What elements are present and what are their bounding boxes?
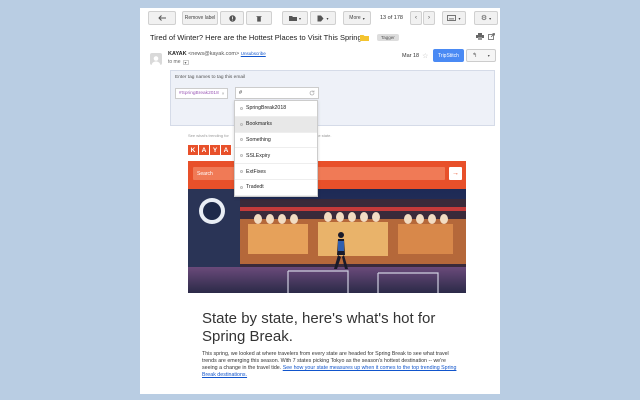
tag-suggestion-label: ExtFixes: [246, 168, 266, 175]
tag-suggestion-label: SSLExpiry: [246, 152, 271, 159]
logo-letter: K: [188, 145, 198, 155]
person-icon: [151, 56, 161, 65]
search-arrow-button[interactable]: →: [449, 167, 462, 180]
settings-button[interactable]: ⚙ ▾: [474, 11, 498, 25]
newer-button[interactable]: ‹: [410, 11, 422, 25]
alert-icon: [228, 14, 236, 22]
email-preheader: See what's trending for me state.: [188, 133, 331, 138]
tag-suggestion-label: SpringBreak2018: [246, 105, 287, 112]
tag-suggestion-item[interactable]: SpringBreak2018: [235, 101, 317, 117]
recipients-line: to me ▾: [168, 59, 189, 65]
tag-dot-icon: [240, 170, 243, 174]
more-text: More: [349, 15, 361, 21]
remove-tag-icon[interactable]: ×: [222, 91, 225, 96]
delete-button[interactable]: [246, 11, 272, 25]
to-text: to me: [168, 59, 181, 65]
unsubscribe-link[interactable]: Unsubscribe: [241, 51, 266, 56]
pager-count: 13 of 178: [380, 11, 403, 25]
tag-suggestion-label: Tradedt: [246, 184, 264, 191]
tag-chip[interactable]: #SpringBreak2018 ×: [175, 88, 229, 99]
tag-suggestions-dropdown: SpringBreak2018 Bookmarks Something SSLExpi…: [234, 100, 318, 197]
labels-button[interactable]: ▾: [310, 11, 336, 25]
remove-label-button[interactable]: Remove label: [182, 11, 218, 25]
email-headline: State by state, here's what's hot for Sp…: [202, 310, 436, 345]
tag-prompt: Enter tag names to tag this email: [175, 75, 246, 80]
chevron-down-icon: ▾: [458, 15, 461, 21]
logo-letter: A: [221, 145, 231, 155]
remove-label-text: Remove label: [184, 15, 216, 21]
report-spam-button[interactable]: [220, 11, 244, 25]
chevron-right-icon: ›: [428, 15, 430, 21]
sender-name: KAYAK: [168, 51, 187, 57]
message-date: Mar 18 ☆: [402, 52, 428, 60]
tag-dot-icon: [240, 106, 243, 110]
print-icon[interactable]: [476, 33, 484, 40]
input-tools-button[interactable]: ▾: [442, 11, 466, 25]
sender-email: <news@kayak.com>: [188, 51, 240, 57]
chevron-down-icon: ▾: [184, 59, 187, 65]
email-subject: Tired of Winter? Here are the Hottest Pl…: [150, 33, 364, 42]
search-field[interactable]: Search: [193, 167, 445, 180]
hero-search-bar: Search →: [188, 161, 466, 189]
back-arrow-icon: [157, 15, 166, 21]
email-window: Remove label ▾ ▾ More ▾ 13 of 178 ‹ › ▾ …: [140, 8, 500, 394]
older-button[interactable]: ›: [423, 11, 435, 25]
folder-icon: [288, 16, 297, 21]
tag-suggestion-item[interactable]: Something: [235, 133, 317, 149]
sender-line: KAYAK <news@kayak.com> Unsubscribe: [168, 51, 266, 57]
show-details-button[interactable]: ▾: [182, 59, 189, 65]
sender-avatar: [150, 53, 162, 65]
refresh-icon[interactable]: [309, 90, 315, 96]
reply-button-group[interactable]: ↰ ▾: [466, 49, 496, 62]
label-folder-icon: [360, 35, 369, 41]
tag-dot-icon: [240, 122, 243, 126]
chevron-down-icon: ▾: [298, 15, 301, 21]
tag-dot-icon: [240, 138, 243, 142]
tag-dot-icon: [240, 185, 243, 189]
preheader-text: See what's trending for: [188, 133, 229, 138]
logo-letter: Y: [210, 145, 220, 155]
keyboard-icon: [447, 15, 457, 21]
tag-dot-icon: [240, 154, 243, 158]
pager-text: 13 of 178: [380, 15, 403, 21]
chevron-down-icon: ▾: [326, 15, 329, 21]
tag-input[interactable]: [235, 87, 319, 99]
tag-suggestion-item[interactable]: Tradedt: [235, 180, 317, 196]
tag-suggestion-label: Bookmarks: [246, 121, 272, 128]
hero-image-street-night[interactable]: [188, 189, 466, 293]
more-button[interactable]: More ▾: [343, 11, 371, 25]
chevron-down-icon: ▾: [362, 15, 365, 21]
tag-panel: Enter tag names to tag this email #Sprin…: [170, 70, 495, 126]
chevron-down-icon: ▾: [489, 15, 492, 21]
reply-icon[interactable]: ↰: [472, 52, 477, 59]
kayak-logo[interactable]: KAYA: [188, 145, 231, 155]
star-icon[interactable]: ☆: [422, 52, 428, 60]
logo-letter: A: [199, 145, 209, 155]
tag-suggestion-item[interactable]: SSLExpiry: [235, 148, 317, 165]
chevron-left-icon: ‹: [415, 15, 417, 21]
more-actions-chevron-icon[interactable]: ▾: [488, 53, 490, 58]
back-button[interactable]: [148, 11, 176, 25]
tripstitch-button[interactable]: TripStitch: [433, 49, 464, 62]
email-body-text: This spring, we looked at where traveler…: [202, 351, 462, 379]
label-tag-icon: [317, 15, 324, 21]
gear-icon: ⚙: [480, 15, 488, 22]
new-window-icon[interactable]: [488, 33, 495, 40]
tag-suggestion-item[interactable]: Bookmarks: [235, 116, 317, 133]
tagger-label-badge[interactable]: Tagger: [377, 34, 399, 41]
trash-icon: [256, 15, 262, 22]
tokyo-street-illustration: [188, 189, 466, 293]
move-to-button[interactable]: ▾: [282, 11, 308, 25]
tag-suggestion-item[interactable]: ExtFixes: [235, 164, 317, 180]
tag-chip-label: #SpringBreak2018: [179, 91, 219, 96]
tag-suggestion-label: Something: [246, 136, 271, 143]
date-text: Mar 18: [402, 53, 420, 59]
